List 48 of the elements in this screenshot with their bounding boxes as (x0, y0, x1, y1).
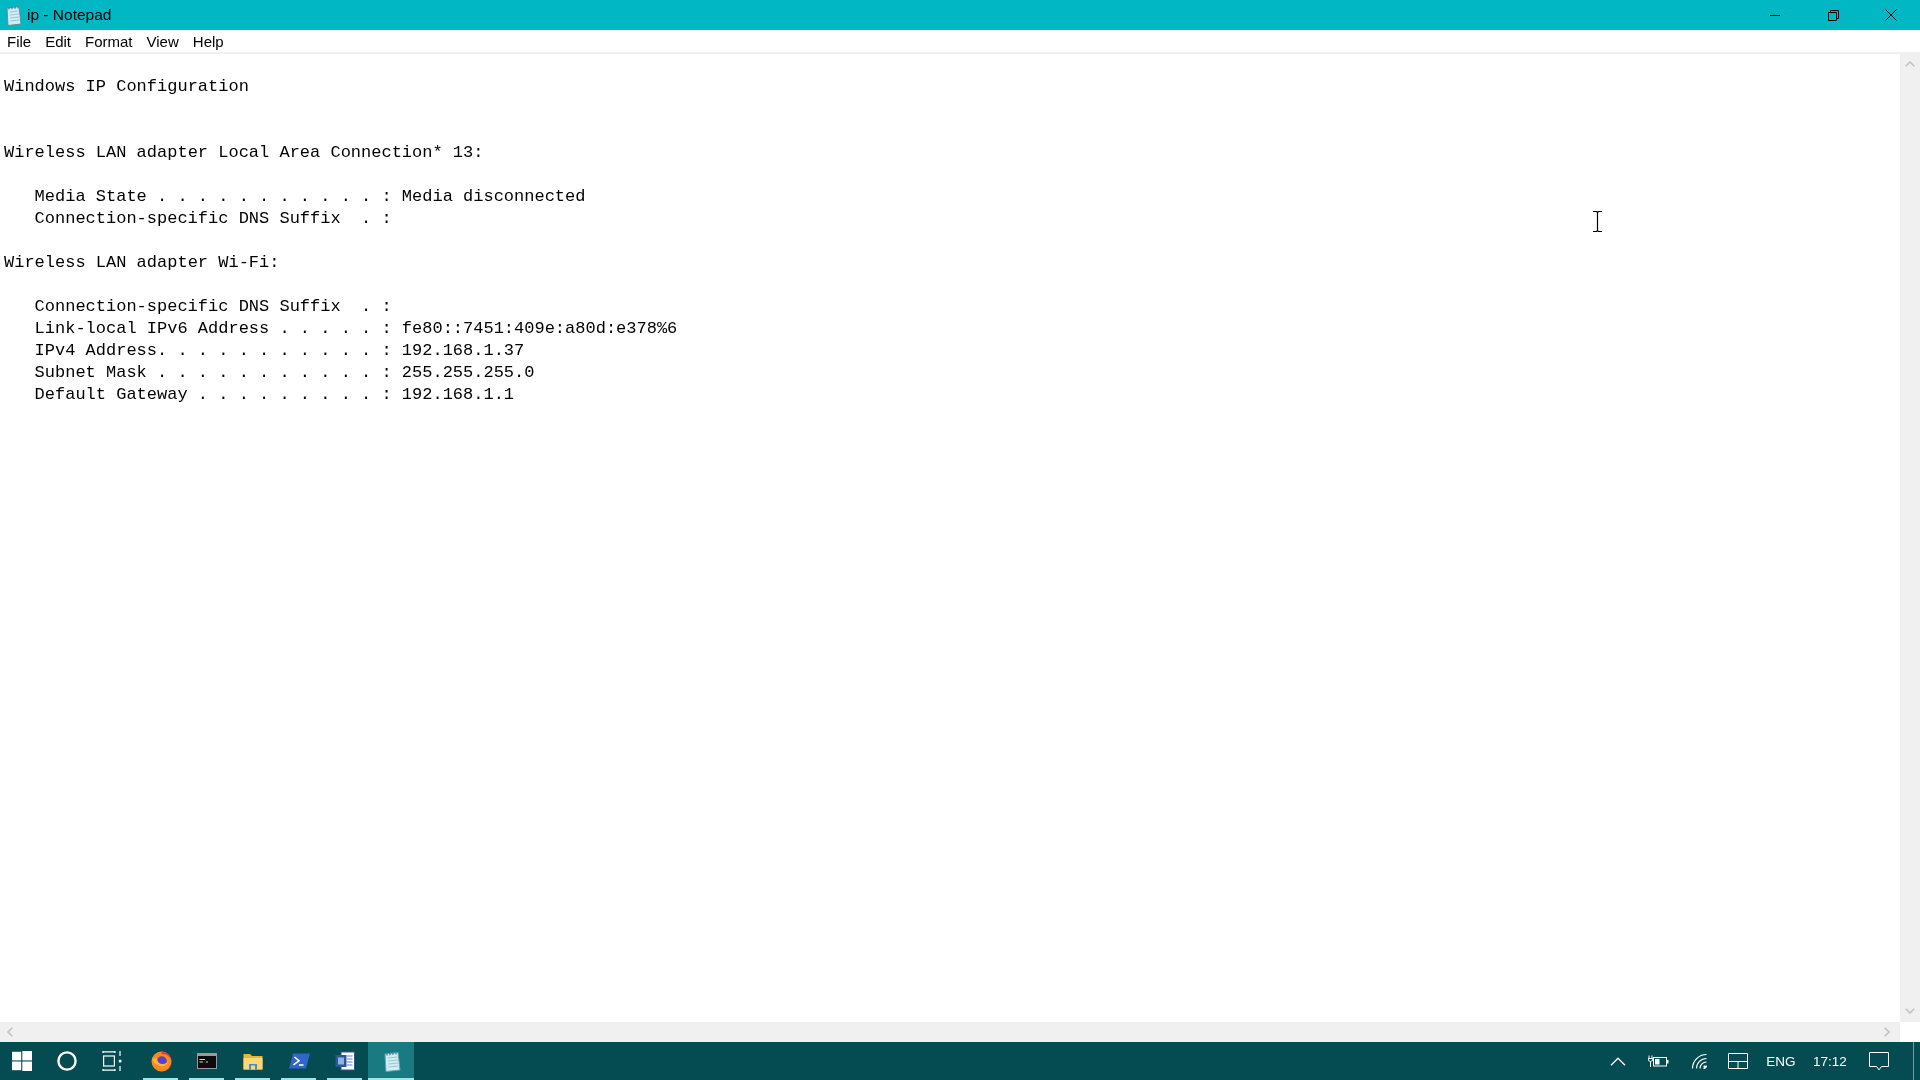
notepad-icon (381, 1050, 401, 1072)
entry-value: Media disconnected (401, 186, 586, 208)
language-button[interactable]: ENG (1758, 1042, 1804, 1080)
wifi-icon (1691, 1053, 1707, 1069)
entry-label: Subnet Mask . . . . . . . . . . . : (34, 362, 392, 384)
text-cursor-icon (1593, 211, 1602, 232)
task-view-icon (102, 1051, 122, 1071)
entry-label: IPv4 Address. . . . . . . . . . . : (34, 340, 392, 362)
chevron-right-icon (1884, 1027, 1890, 1037)
browser-icon (150, 1050, 172, 1072)
menu-item[interactable]: View (139, 30, 186, 52)
entry-value: 192.168.1.1 (401, 384, 515, 406)
menu-item[interactable]: Format (78, 30, 140, 52)
windows-logo-icon (12, 1051, 32, 1071)
menu-item[interactable]: Help (185, 30, 231, 52)
battery-plug-icon (1647, 1054, 1669, 1068)
ring-icon (57, 1051, 77, 1071)
window-title: ip - Notepad (27, 6, 112, 24)
vertical-scrollbar[interactable] (1900, 54, 1920, 1022)
adapter-title: Wireless LAN adapter Wi-Fi: (4, 252, 280, 274)
clock-button[interactable]: 17:12 (1804, 1042, 1856, 1080)
entry-label: Link-local IPv6 Address . . . . . : (34, 318, 392, 340)
prompt-icon (288, 1053, 310, 1069)
notepad-icon (4, 4, 22, 26)
entry-label: Media State . . . . . . . . . . . : (34, 186, 392, 208)
entry-value: 192.168.1.37 (401, 340, 525, 362)
entry-label: Connection-specific DNS Suffix . : (34, 296, 392, 318)
close-icon (1885, 9, 1897, 21)
adapter-title: Wireless LAN adapter Local Area Connection* 13: (4, 142, 484, 164)
chevron-up-icon (1905, 61, 1915, 67)
chevron-left-icon (7, 1027, 13, 1037)
output-heading: Windows IP Configuration (4, 76, 249, 98)
window-panes-icon (1728, 1053, 1748, 1069)
terminal-icon (197, 1053, 217, 1069)
restore-icon (1827, 9, 1839, 21)
entry-label: Connection-specific DNS Suffix . : (34, 208, 392, 230)
entry-label: Default Gateway . . . . . . . . . : (34, 384, 392, 406)
speech-bubble-icon (1869, 1051, 1889, 1071)
minimize-icon (1770, 14, 1780, 16)
menu-item[interactable]: File (0, 30, 39, 52)
entry-value: 255.255.255.0 (401, 362, 535, 384)
chevron-up-icon (1610, 1056, 1626, 1066)
menu-item[interactable]: Edit (38, 30, 79, 52)
document-icon (335, 1051, 355, 1071)
folder-icon (243, 1052, 263, 1070)
entry-value: fe80::7451:409e:a80d:e378%6 (401, 318, 678, 340)
horizontal-scrollbar[interactable] (0, 1022, 1900, 1042)
chevron-down-icon (1905, 1008, 1915, 1014)
